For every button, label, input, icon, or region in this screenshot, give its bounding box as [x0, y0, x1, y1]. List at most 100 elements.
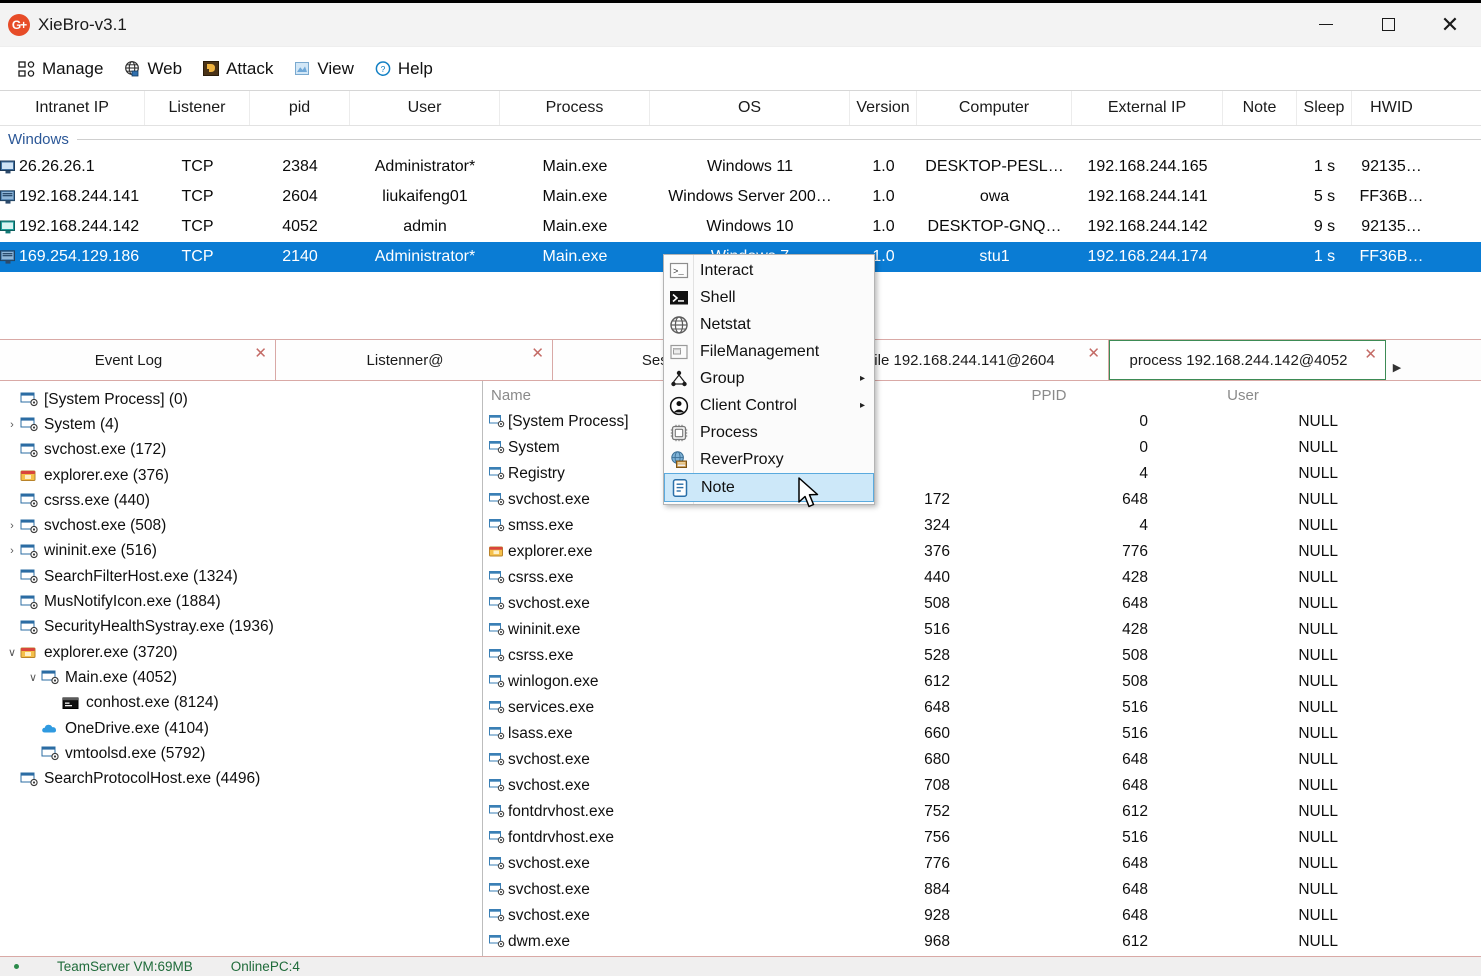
- context-menu-item-reverproxy[interactable]: ReverProxy: [664, 446, 874, 473]
- tree-node[interactable]: › wininit.exe (516): [4, 539, 482, 564]
- list-item[interactable]: dwm.exe 968 612 NULL: [483, 929, 1481, 955]
- tree-node[interactable]: conhost.exe (8124): [4, 691, 482, 716]
- table-row[interactable]: 26.26.26.1 TCP 2384 Administrator* Main.…: [0, 152, 1481, 182]
- column-header-sleep[interactable]: Sleep: [1297, 91, 1352, 125]
- list-item[interactable]: svchost.exe 172 648 NULL: [483, 487, 1481, 513]
- list-item[interactable]: System 0 NULL: [483, 435, 1481, 461]
- tree-expander[interactable]: ›: [4, 520, 20, 532]
- tab-file-manager[interactable]: ile 192.168.244.141@2604 ✕: [839, 340, 1109, 380]
- tab-close-icon[interactable]: ✕: [254, 346, 267, 361]
- tree-node[interactable]: SecurityHealthSystray.exe (1936): [4, 615, 482, 640]
- process-icon: [489, 909, 506, 923]
- column-header-pid[interactable]: pid: [250, 91, 350, 125]
- menu-item-help[interactable]: ? Help: [364, 55, 443, 83]
- process-user-cell: NULL: [1298, 517, 1338, 534]
- list-item[interactable]: winlogon.exe 612 508 NULL: [483, 669, 1481, 695]
- context-menu-item-client-control[interactable]: Client Control ▸: [664, 392, 874, 419]
- tree-node[interactable]: explorer.exe (376): [4, 463, 482, 488]
- tree-node[interactable]: [System Process] (0): [4, 387, 482, 412]
- context-menu-item-interact[interactable]: >_ Interact: [664, 257, 874, 284]
- tree-node[interactable]: vmtoolsd.exe (5792): [4, 741, 482, 766]
- tree-node[interactable]: › svchost.exe (508): [4, 513, 482, 538]
- list-item[interactable]: svchost.exe 884 648 NULL: [483, 877, 1481, 903]
- tab-process-active[interactable]: process 192.168.244.142@4052 ✕: [1109, 340, 1386, 380]
- tab-close-icon[interactable]: ✕: [531, 346, 544, 361]
- list-item[interactable]: svchost.exe 508 648 NULL: [483, 591, 1481, 617]
- status-dot-icon: [14, 964, 19, 969]
- tab-overflow-icon[interactable]: ▶: [1386, 340, 1408, 380]
- tree-node[interactable]: SearchFilterHost.exe (1324): [4, 564, 482, 589]
- list-item[interactable]: fontdrvhost.exe 756 516 NULL: [483, 825, 1481, 851]
- column-header-note[interactable]: Note: [1223, 91, 1297, 125]
- tree-node[interactable]: csrss.exe (440): [4, 488, 482, 513]
- context-menu-item-filemanagement[interactable]: FileManagement: [664, 338, 874, 365]
- tree-node[interactable]: ∨ explorer.exe (3720): [4, 640, 482, 665]
- tree-expander[interactable]: ›: [4, 545, 20, 557]
- tree-expander[interactable]: ∨: [4, 646, 20, 659]
- list-item[interactable]: csrss.exe 528 508 NULL: [483, 643, 1481, 669]
- process-ppid-cell: 428: [1122, 569, 1148, 586]
- column-header-computer[interactable]: Computer: [917, 91, 1072, 125]
- process-name-text: fontdrvhost.exe: [508, 803, 614, 820]
- list-item[interactable]: smss.exe 324 4 NULL: [483, 513, 1481, 539]
- tab-listenner[interactable]: Listenner@ ✕: [276, 340, 553, 380]
- menu-item-view[interactable]: View: [283, 55, 364, 83]
- minimize-button[interactable]: [1295, 3, 1357, 47]
- process-ppid-cell: 776: [1122, 543, 1148, 560]
- column-header-process[interactable]: Process: [500, 91, 650, 125]
- maximize-button[interactable]: [1357, 3, 1419, 47]
- list-item[interactable]: fontdrvhost.exe 752 612 NULL: [483, 799, 1481, 825]
- process-name-text: svchost.exe: [508, 751, 590, 768]
- list-item[interactable]: svchost.exe 680 648 NULL: [483, 747, 1481, 773]
- list-item[interactable]: svchost.exe 708 648 NULL: [483, 773, 1481, 799]
- column-header-user[interactable]: User: [1148, 387, 1338, 404]
- close-button[interactable]: ✕: [1419, 3, 1481, 47]
- tree-node[interactable]: ∨ Main.exe (4052): [4, 665, 482, 690]
- list-item[interactable]: [System Process] 0 NULL: [483, 409, 1481, 435]
- table-row[interactable]: 192.168.244.141 TCP 2604 liukaifeng01 Ma…: [0, 182, 1481, 212]
- process-name-text: svchost.exe: [508, 881, 590, 898]
- cell-computer: owa: [979, 188, 1010, 205]
- column-header-external-ip[interactable]: External IP: [1072, 91, 1223, 125]
- tab-event-log[interactable]: Event Log ✕: [0, 340, 276, 380]
- process-user-cell: NULL: [1298, 933, 1338, 950]
- tab-close-icon[interactable]: ✕: [1087, 346, 1100, 361]
- tree-node[interactable]: OneDrive.exe (4104): [4, 716, 482, 741]
- column-header-listener[interactable]: Listener: [145, 91, 250, 125]
- context-menu-item-group[interactable]: Group ▸: [664, 365, 874, 392]
- context-menu-item-netstat[interactable]: Netstat: [664, 311, 874, 338]
- context-menu-item-shell[interactable]: Shell: [664, 284, 874, 311]
- list-item[interactable]: lsass.exe 660 516 NULL: [483, 721, 1481, 747]
- column-header-intranet-ip[interactable]: Intranet IP: [0, 91, 145, 125]
- column-header-version[interactable]: Version: [850, 91, 917, 125]
- list-item[interactable]: csrss.exe 440 428 NULL: [483, 565, 1481, 591]
- column-header-user[interactable]: User: [350, 91, 500, 125]
- tab-close-icon[interactable]: ✕: [1364, 347, 1377, 362]
- column-header-hwid[interactable]: HWID: [1352, 91, 1431, 125]
- tree-node[interactable]: SearchProtocolHost.exe (4496): [4, 766, 482, 791]
- context-menu-item-process[interactable]: Process: [664, 419, 874, 446]
- column-header-os[interactable]: OS: [650, 91, 850, 125]
- tree-expander[interactable]: ›: [4, 419, 20, 431]
- context-menu-item-note[interactable]: Note: [664, 473, 874, 502]
- list-item[interactable]: explorer.exe 376 776 NULL: [483, 539, 1481, 565]
- list-item[interactable]: svchost.exe 928 648 NULL: [483, 903, 1481, 929]
- tree-expander[interactable]: ∨: [25, 671, 41, 684]
- list-item[interactable]: services.exe 648 516 NULL: [483, 695, 1481, 721]
- list-item[interactable]: Registry 4 NULL: [483, 461, 1481, 487]
- list-item[interactable]: svchost.exe 776 648 NULL: [483, 851, 1481, 877]
- menu-item-attack[interactable]: Attack: [192, 55, 283, 83]
- process-ppid-cell: 648: [1122, 881, 1148, 898]
- cell-pid: 2384: [282, 158, 318, 175]
- tree-node[interactable]: › System (4): [4, 412, 482, 437]
- sessions-group-header[interactable]: Windows: [0, 126, 1481, 152]
- tree-node[interactable]: MusNotifyIcon.exe (1884): [4, 589, 482, 614]
- tree-node[interactable]: svchost.exe (172): [4, 438, 482, 463]
- table-row[interactable]: 192.168.244.142 TCP 4052 admin Main.exe …: [0, 212, 1481, 242]
- list-item[interactable]: wininit.exe 516 428 NULL: [483, 617, 1481, 643]
- menu-item-manage[interactable]: Manage: [8, 55, 113, 83]
- column-header-ppid[interactable]: PPID: [950, 387, 1148, 404]
- process-ppid-cell: 648: [1122, 491, 1148, 508]
- menu-item-web[interactable]: Web: [113, 55, 192, 83]
- onedrive-icon: [41, 721, 60, 736]
